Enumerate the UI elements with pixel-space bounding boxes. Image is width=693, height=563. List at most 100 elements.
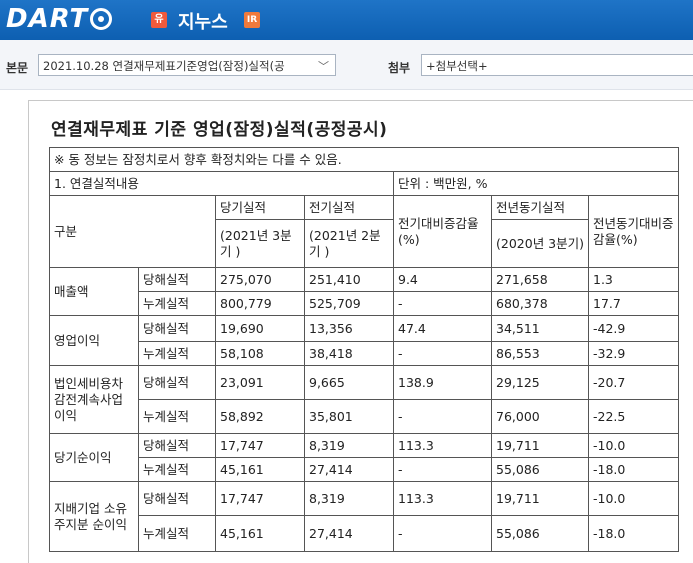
header-category: 구분 xyxy=(49,195,216,268)
cell-current: 800,779 xyxy=(215,291,305,316)
cell-qoq: - xyxy=(393,341,492,366)
table-header-row: 구분 당기실적 전기실적 전기대비증감율(%) 전년동기실적 전년동기대비증감율… xyxy=(49,195,679,268)
cell-yoy: -42.9 xyxy=(588,315,679,342)
row-item: 법인세비용차감전계속사업이익 xyxy=(49,365,139,434)
cell-current: 23,091 xyxy=(215,365,305,400)
unit-label: 단위 : 백만원, % xyxy=(393,171,679,196)
cell-qoq: - xyxy=(393,291,492,316)
table-row: 누계실적 800,779 525,709 - 680,378 17.7 xyxy=(50,291,679,316)
body-label: 본문 xyxy=(6,61,29,75)
cell-previous: 27,414 xyxy=(304,515,394,552)
cell-yoy: 17.7 xyxy=(588,291,679,316)
attach-label: 첨부 xyxy=(388,61,411,75)
row-type: 당해실적 xyxy=(138,481,216,516)
table-row: 매출액 당해실적 275,070 251,410 9.4 271,658 1.3 xyxy=(49,267,679,316)
cell-yoy: -18.0 xyxy=(588,457,679,482)
header-previous: 전기실적 xyxy=(304,195,394,220)
cell-current: 17,747 xyxy=(215,481,305,516)
document-title: 연결재무제표 기준 영업(잠정)실적(공정공시) xyxy=(51,120,388,140)
cell-current: 58,108 xyxy=(215,341,305,366)
cell-previous: 9,665 xyxy=(304,365,394,400)
row-item: 영업이익 xyxy=(49,315,139,366)
cell-yoy-base: 19,711 xyxy=(491,481,589,516)
cell-yoy: -20.7 xyxy=(588,365,679,400)
cell-yoy: -32.9 xyxy=(588,341,679,366)
cell-previous: 38,418 xyxy=(304,341,394,366)
table-row: 1. 연결실적내용 단위 : 백만원, % xyxy=(49,171,679,196)
row-type: 당해실적 xyxy=(138,365,216,400)
company-name[interactable]: 지누스 xyxy=(178,8,228,34)
row-type: 누계실적 xyxy=(138,515,216,552)
logo-mark-icon xyxy=(90,8,113,30)
document-toolbar: 본문 2021.10.28 연결재무제표기준영업(잠정)실적(공 ﹀ 첨부 +첨… xyxy=(0,40,693,90)
cell-yoy: -10.0 xyxy=(588,481,679,516)
table-row: 법인세비용차감전계속사업이익 당해실적 23,091 9,665 138.9 2… xyxy=(49,365,679,434)
header-current-period: (2021년 3분기 ) xyxy=(215,219,305,268)
cell-yoy-base: 86,553 xyxy=(491,341,589,366)
row-type: 당해실적 xyxy=(138,267,216,292)
cell-current: 17,747 xyxy=(215,433,305,458)
cell-qoq: - xyxy=(393,515,492,552)
table-row: 누계실적 45,161 27,414 - 55,086 -18.0 xyxy=(50,457,679,482)
row-type: 당해실적 xyxy=(138,315,216,342)
table-row: 누계실적 45,161 27,414 - 55,086 -18.0 xyxy=(50,515,679,552)
cell-yoy: -10.0 xyxy=(588,433,679,458)
cell-qoq: - xyxy=(393,457,492,482)
ir-badge[interactable]: IR xyxy=(244,12,260,28)
cell-qoq: 113.3 xyxy=(393,481,492,516)
top-header-bar: DART 유 지누스 IR xyxy=(0,0,693,40)
results-table: ※ 동 정보는 잠정치로서 향후 확정치와는 다를 수 있음. 1. 연결실적내… xyxy=(49,147,679,552)
cell-yoy: 1.3 xyxy=(588,267,679,292)
header-yoy: 전년동기대비증감율(%) xyxy=(588,195,679,268)
cell-previous: 35,801 xyxy=(304,399,394,434)
cell-current: 58,892 xyxy=(215,399,305,434)
row-item: 당기순이익 xyxy=(49,433,139,482)
cell-qoq: 113.3 xyxy=(393,433,492,458)
cell-previous: 525,709 xyxy=(304,291,394,316)
row-type: 누계실적 xyxy=(138,341,216,366)
logo-text: DART xyxy=(6,4,89,34)
cell-yoy-base: 55,086 xyxy=(491,515,589,552)
cell-yoy-base: 19,711 xyxy=(491,433,589,458)
header-current: 당기실적 xyxy=(215,195,305,220)
chevron-down-icon: ﹀ xyxy=(318,60,329,73)
header-yoy-period: (2020년 3분기) xyxy=(491,219,589,268)
table-row: 누계실적 58,892 35,801 - 76,000 -22.5 xyxy=(50,399,679,434)
cell-previous: 27,414 xyxy=(304,457,394,482)
cell-qoq: - xyxy=(393,399,492,434)
table-row: 누계실적 58,108 38,418 - 86,553 -32.9 xyxy=(50,341,679,366)
cell-yoy-base: 680,378 xyxy=(491,291,589,316)
cell-current: 19,690 xyxy=(215,315,305,342)
cell-qoq: 138.9 xyxy=(393,365,492,400)
attachment-select[interactable]: +첨부선택+ xyxy=(421,54,693,76)
table-row: 당기순이익 당해실적 17,747 8,319 113.3 19,711 -10… xyxy=(49,433,679,482)
cell-previous: 8,319 xyxy=(304,481,394,516)
cell-previous: 13,356 xyxy=(304,315,394,342)
cell-yoy-base: 271,658 xyxy=(491,267,589,292)
row-type: 누계실적 xyxy=(138,291,216,316)
cell-current: 45,161 xyxy=(215,515,305,552)
cell-yoy: -18.0 xyxy=(588,515,679,552)
body-select-value: 2021.10.28 연결재무제표기준영업(잠정)실적(공 xyxy=(43,59,285,73)
cell-previous: 8,319 xyxy=(304,433,394,458)
cell-yoy: -22.5 xyxy=(588,399,679,434)
cell-current: 45,161 xyxy=(215,457,305,482)
cell-yoy-base: 29,125 xyxy=(491,365,589,400)
attach-select-value: +첨부선택+ xyxy=(426,59,488,73)
document-viewer: 연결재무제표 기준 영업(잠정)실적(공정공시) ※ 동 정보는 잠정치로서 향… xyxy=(28,100,693,563)
cell-previous: 251,410 xyxy=(304,267,394,292)
row-type: 누계실적 xyxy=(138,399,216,434)
cell-yoy-base: 76,000 xyxy=(491,399,589,434)
table-row: ※ 동 정보는 잠정치로서 향후 확정치와는 다를 수 있음. xyxy=(49,147,679,172)
table-row: 지배기업 소유주지분 순이익 당해실적 17,747 8,319 113.3 1… xyxy=(49,481,679,552)
body-document-select[interactable]: 2021.10.28 연결재무제표기준영업(잠정)실적(공 ﹀ xyxy=(38,54,336,76)
cell-yoy-base: 55,086 xyxy=(491,457,589,482)
dart-logo[interactable]: DART xyxy=(6,4,113,34)
header-previous-period: (2021년 2분기 ) xyxy=(304,219,394,268)
market-badge: 유 xyxy=(151,12,167,28)
section-title: 1. 연결실적내용 xyxy=(49,171,394,196)
header-yoy-base: 전년동기실적 xyxy=(491,195,589,220)
cell-qoq: 47.4 xyxy=(393,315,492,342)
header-qoq: 전기대비증감율(%) xyxy=(393,195,492,268)
notice-text: ※ 동 정보는 잠정치로서 향후 확정치와는 다를 수 있음. xyxy=(49,147,679,172)
